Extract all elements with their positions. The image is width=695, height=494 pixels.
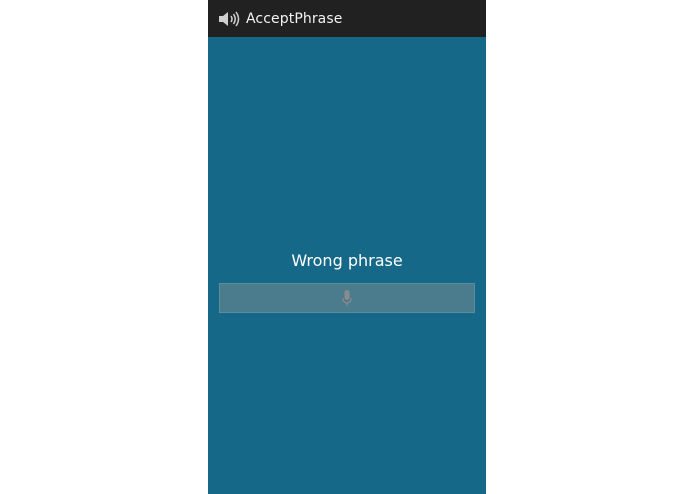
status-text: Wrong phrase <box>291 251 403 270</box>
microphone-icon <box>342 289 352 307</box>
app-title: AcceptPhrase <box>246 10 343 27</box>
speaker-icon <box>218 10 240 28</box>
action-bar: AcceptPhrase <box>208 0 486 37</box>
main-content: Wrong phrase <box>208 37 486 494</box>
phone-screen: AcceptPhrase Wrong phrase <box>208 0 486 494</box>
microphone-button[interactable] <box>219 283 475 313</box>
